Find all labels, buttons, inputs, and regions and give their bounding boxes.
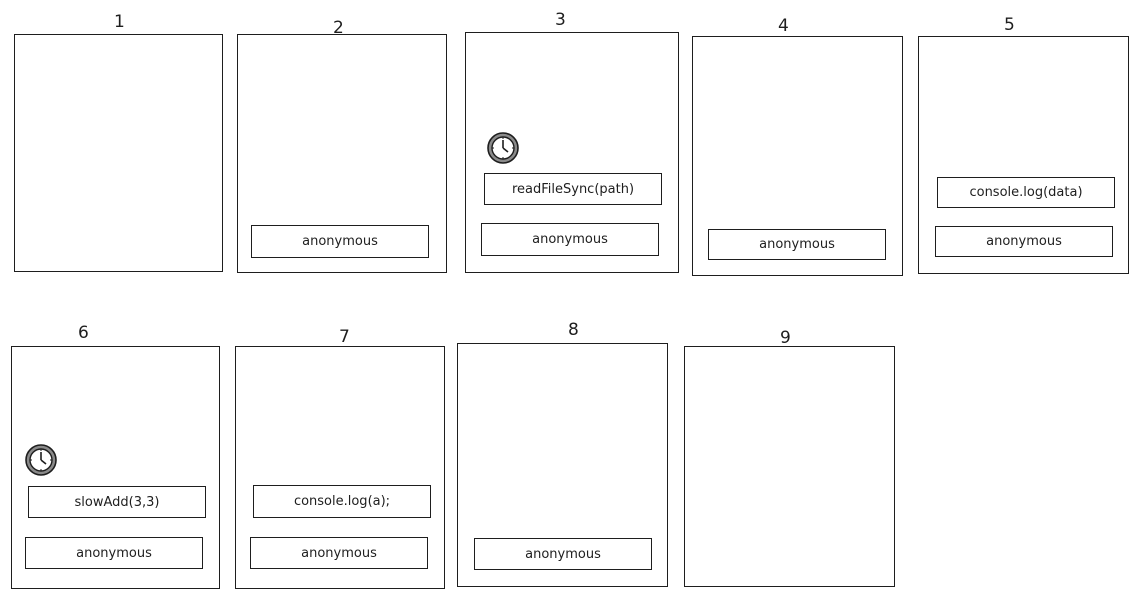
- call-stack-frame-8: anonymous: [457, 343, 668, 587]
- call-stack-frame-5: console.log(data) anonymous: [918, 36, 1129, 274]
- stack-entry-anonymous: anonymous: [708, 229, 886, 260]
- frame-number-1: 1: [114, 12, 125, 32]
- frame-number-7: 7: [339, 327, 350, 347]
- clock-icon: [25, 444, 57, 476]
- stack-entry-anonymous: anonymous: [481, 223, 659, 256]
- call-stack-frame-9: [684, 346, 895, 587]
- call-stack-frame-7: console.log(a); anonymous: [235, 346, 445, 589]
- stack-entry-anonymous: anonymous: [935, 226, 1113, 257]
- stack-entry-anonymous: anonymous: [474, 538, 652, 570]
- frame-number-5: 5: [1004, 15, 1015, 35]
- frame-number-8: 8: [568, 320, 579, 340]
- call-stack-frame-3: readFileSync(path) anonymous: [465, 32, 679, 273]
- frame-number-9: 9: [780, 328, 791, 348]
- stack-entry-anonymous: anonymous: [250, 537, 428, 569]
- call-stack-frame-1: [14, 34, 223, 272]
- call-stack-frame-4: anonymous: [692, 36, 903, 276]
- clock-icon: [487, 132, 519, 164]
- stack-entry-readfilesync: readFileSync(path): [484, 173, 662, 205]
- frame-number-4: 4: [778, 16, 789, 36]
- stack-entry-anonymous: anonymous: [25, 537, 203, 569]
- call-stack-frame-6: slowAdd(3,3) anonymous: [11, 346, 220, 589]
- stack-entry-slowadd: slowAdd(3,3): [28, 486, 206, 518]
- stack-entry-anonymous: anonymous: [251, 225, 429, 258]
- stack-entry-console-log-data: console.log(data): [937, 177, 1115, 208]
- frame-number-6: 6: [78, 323, 89, 343]
- call-stack-frame-2: anonymous: [237, 34, 447, 273]
- stack-entry-console-log-a: console.log(a);: [253, 485, 431, 518]
- frame-number-3: 3: [555, 10, 566, 30]
